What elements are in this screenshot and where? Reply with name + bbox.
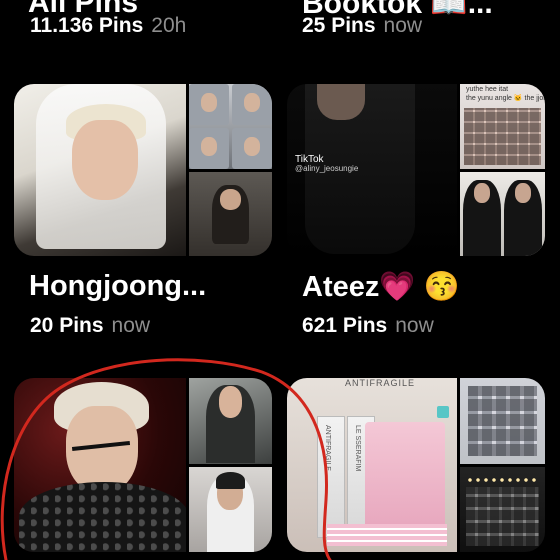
- board-thumbnail-1: [189, 378, 272, 464]
- pin-count: 621 Pins: [302, 314, 388, 337]
- board-card-4[interactable]: ANTIFRAGILE LE SSERAFIM ANTIFRAGILE: [287, 378, 545, 552]
- updated-time: now: [383, 14, 423, 37]
- board-collage: TikTok @aliny_jeosungie yuthe hee itat t…: [287, 84, 545, 256]
- pin-count: 20 Pins: [30, 314, 104, 337]
- tiktok-watermark: TikTok @aliny_jeosungie: [295, 154, 358, 174]
- board-title-ateez[interactable]: Ateez💗 😚: [302, 270, 460, 304]
- book-cover-text: ANTIFRAGILE: [345, 378, 416, 388]
- pin-count: 11.136 Pins: [30, 14, 144, 37]
- board-collage: [14, 84, 272, 256]
- tiktok-handle: @aliny_jeosungie: [295, 164, 359, 173]
- board-meta-booktok: 25 Pins now: [302, 14, 422, 38]
- book-spine-text: LE SSERAFIM: [354, 425, 361, 472]
- board-thumbnail-2: [189, 171, 272, 256]
- board-card-ateez[interactable]: TikTok @aliny_jeosungie yuthe hee itat t…: [287, 84, 545, 256]
- collage-top-label: yuthe hee itat: [466, 86, 509, 93]
- board-thumbnail-2: [460, 171, 545, 256]
- board-cover-image: [14, 84, 186, 256]
- book-spine-text: ANTIFRAGILE: [324, 425, 331, 471]
- board-cover-image: [14, 378, 186, 552]
- board-thumbnail-1: [460, 378, 545, 464]
- board-card-hongjoong[interactable]: [14, 84, 272, 256]
- board-thumbnail-1: [189, 84, 272, 169]
- board-meta-ateez: 621 Pins now: [302, 314, 434, 338]
- updated-time: now: [395, 314, 434, 337]
- pin-count: 25 Pins: [302, 14, 376, 37]
- collage-label: the yunu angle 🐱 the jjong angle: [466, 95, 545, 102]
- board-card-3[interactable]: [14, 378, 272, 552]
- board-collage: ANTIFRAGILE LE SSERAFIM ANTIFRAGILE: [287, 378, 545, 552]
- updated-time: now: [111, 314, 151, 337]
- updated-time: 20h: [151, 14, 187, 37]
- board-thumbnail-2: [189, 466, 272, 552]
- board-thumbnail-2: [460, 466, 545, 552]
- board-cover-image: TikTok @aliny_jeosungie: [287, 84, 457, 256]
- board-meta-hongjoong: 20 Pins now: [30, 314, 150, 338]
- board-title-hongjoong[interactable]: Hongjoong...: [29, 270, 206, 303]
- board-thumbnail-1: yuthe hee itat the yunu angle 🐱 the jjon…: [460, 84, 545, 169]
- board-meta-all-pins: 11.136 Pins 20h: [30, 14, 186, 38]
- board-collage: [14, 378, 272, 552]
- board-cover-image: ANTIFRAGILE LE SSERAFIM ANTIFRAGILE: [287, 378, 457, 552]
